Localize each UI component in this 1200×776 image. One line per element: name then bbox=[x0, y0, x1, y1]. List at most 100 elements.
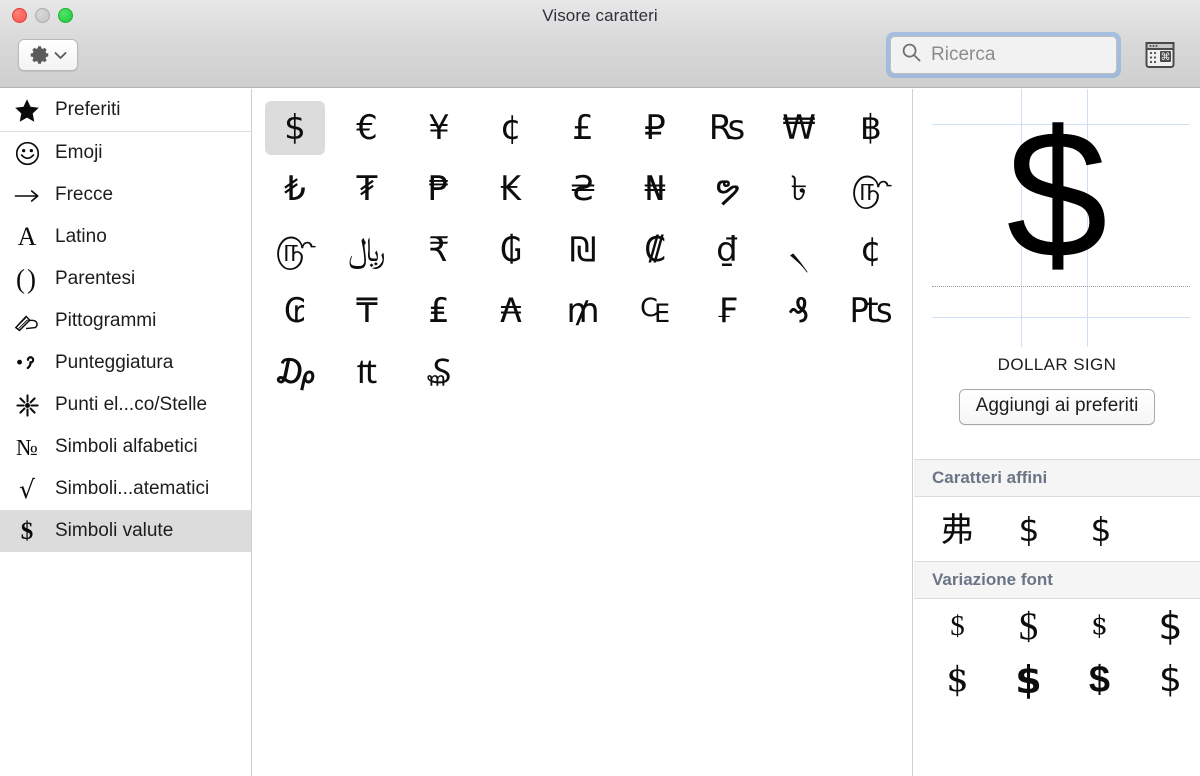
character-cell[interactable]: ¢ bbox=[481, 101, 541, 155]
writing-hand-icon bbox=[10, 309, 44, 332]
sidebar-item-pittogrammi[interactable]: Pittogrammi bbox=[0, 300, 251, 342]
character-cell[interactable]: ₧ bbox=[841, 284, 901, 338]
sidebar-item-label: Latino bbox=[55, 226, 107, 247]
sidebar-item-label: Emoji bbox=[55, 142, 103, 163]
font-variant-cell[interactable]: $ bbox=[922, 653, 993, 707]
character-cell[interactable]: ₰ bbox=[769, 284, 829, 338]
character-cell[interactable]: ₴ bbox=[553, 162, 613, 216]
character-cell[interactable]: ₹ bbox=[409, 223, 469, 277]
character-grid-pane: $ € ¥ ¢ £ ₽ ₨ ₩ ฿ ₺ ₮ ₱ ₭ ₴ ₦ ຯ ৳ ௹ ௹ ﷼ ₹ ₲ ₪ ₡ ₫ ৲ ¢ ₢ ₸ ₤ ₳ ₥ ₠ ₣ ₰ ₧ ₯ ₶ ₷ bbox=[253, 89, 913, 776]
font-variant-cell[interactable]: $ bbox=[1064, 599, 1135, 653]
character-cell[interactable]: ₡ bbox=[625, 223, 685, 277]
character-cell[interactable]: ₩ bbox=[769, 101, 829, 155]
character-cell[interactable]: ₨ bbox=[697, 101, 757, 155]
character-cell[interactable]: ₥ bbox=[553, 284, 613, 338]
letter-a-icon: A bbox=[17, 222, 37, 251]
smiley-face-icon bbox=[10, 141, 44, 166]
character-cell[interactable]: ₦ bbox=[625, 162, 685, 216]
sidebar-item-label: Punteggiatura bbox=[55, 352, 174, 373]
sidebar-item-emoji[interactable]: Emoji bbox=[0, 132, 251, 174]
sidebar-item-label: Simboli...atematici bbox=[55, 478, 210, 499]
character-preview: $ bbox=[914, 89, 1200, 347]
preview-glyph: $ bbox=[1006, 92, 1108, 296]
svg-text:⌘: ⌘ bbox=[1161, 52, 1171, 63]
titlebar: Visore caratteri Ricerca ⌘ bbox=[0, 0, 1200, 88]
character-cell[interactable]: ¢ bbox=[841, 223, 901, 277]
favorite-button-wrap: Aggiungi ai preferiti bbox=[914, 389, 1200, 425]
character-cell[interactable]: ₸ bbox=[337, 284, 397, 338]
search-icon bbox=[901, 42, 922, 68]
character-cell[interactable]: ₭ bbox=[481, 162, 541, 216]
related-character-cell[interactable]: $ bbox=[1068, 513, 1134, 546]
sidebar-item-preferiti[interactable]: Preferiti bbox=[0, 89, 251, 131]
sidebar-item-label: Frecce bbox=[55, 184, 114, 205]
character-cell[interactable]: ฿ bbox=[841, 101, 901, 155]
character-cell[interactable]: ₳ bbox=[481, 284, 541, 338]
character-palette-icon[interactable]: ⌘ bbox=[1145, 40, 1175, 70]
character-cell[interactable]: ¥ bbox=[409, 101, 469, 155]
character-cell[interactable]: ₤ bbox=[409, 284, 469, 338]
search-input[interactable]: Ricerca bbox=[890, 36, 1117, 74]
character-cell[interactable]: ₮ bbox=[337, 162, 397, 216]
font-variant-cell[interactable]: $ bbox=[922, 599, 993, 653]
font-variants-header: Variazione font bbox=[914, 561, 1200, 599]
sidebar-item-label: Preferiti bbox=[55, 99, 121, 120]
character-cell[interactable]: ₶ bbox=[337, 345, 397, 399]
character-cell[interactable]: ৳ bbox=[769, 162, 829, 216]
character-cell[interactable]: ₱ bbox=[409, 162, 469, 216]
font-variant-cell[interactable]: $ bbox=[993, 653, 1064, 707]
sidebar-item-simboli-alfabetici[interactable]: № Simboli alfabetici bbox=[0, 426, 251, 468]
parentheses-icon: () bbox=[16, 263, 38, 294]
arrow-right-icon bbox=[10, 184, 44, 206]
font-variant-cell[interactable]: $ bbox=[1064, 653, 1135, 707]
character-cell[interactable]: ₪ bbox=[553, 223, 613, 277]
sidebar-item-label: Punti el...co/Stelle bbox=[55, 394, 208, 415]
sidebar-item-label: Pittogrammi bbox=[55, 310, 157, 331]
character-viewer-window: Visore caratteri Ricerca ⌘ Preferiti Emo… bbox=[0, 0, 1200, 776]
character-cell[interactable]: ₫ bbox=[697, 223, 757, 277]
character-cell[interactable]: ௹ bbox=[265, 223, 325, 277]
character-cell[interactable]: ₲ bbox=[481, 223, 541, 277]
preview-guide-bottom bbox=[932, 317, 1190, 318]
sidebar-item-simboli-valute[interactable]: $ Simboli valute bbox=[0, 510, 251, 552]
character-cell[interactable]: $ bbox=[265, 100, 325, 155]
sidebar-item-punteggiatura[interactable]: Punteggiatura bbox=[0, 342, 251, 384]
font-variant-cell[interactable]: $ bbox=[1135, 599, 1200, 653]
star-icon bbox=[10, 98, 44, 123]
related-character-cell[interactable]: $ bbox=[996, 513, 1062, 546]
character-cell[interactable]: ຯ bbox=[697, 162, 757, 216]
character-cell[interactable]: ৲ bbox=[769, 223, 829, 277]
sidebar-item-frecce[interactable]: Frecce bbox=[0, 174, 251, 216]
character-cell[interactable]: ₷ bbox=[409, 345, 469, 399]
character-cell[interactable]: ௹ bbox=[841, 162, 901, 216]
sidebar-item-parentesi[interactable]: () Parentesi bbox=[0, 258, 251, 300]
punctuation-icon bbox=[10, 352, 44, 374]
character-cell[interactable]: € bbox=[337, 101, 397, 155]
character-cell[interactable]: ₢ bbox=[265, 284, 325, 338]
character-cell[interactable]: £ bbox=[553, 101, 613, 155]
font-variant-cell[interactable]: $ bbox=[1135, 653, 1200, 707]
character-cell[interactable]: ﷼ bbox=[337, 223, 397, 277]
character-grid[interactable]: $ € ¥ ¢ £ ₽ ₨ ₩ ฿ ₺ ₮ ₱ ₭ ₴ ₦ ຯ ৳ ௹ ௹ ﷼ ₹ ₲ ₪ ₡ ₫ ৲ ¢ ₢ ₸ ₤ ₳ ₥ ₠ ₣ ₰ ₧ ₯ ₶ ₷ bbox=[253, 89, 912, 402]
character-cell[interactable]: ₣ bbox=[697, 284, 757, 338]
sidebar-item-simboli-matematici[interactable]: √ Simboli...atematici bbox=[0, 468, 251, 510]
search-placeholder: Ricerca bbox=[931, 44, 996, 65]
related-characters-row[interactable]: 弗 $ $ bbox=[914, 497, 1200, 561]
dollar-sign-icon: $ bbox=[20, 517, 34, 545]
settings-gear-button[interactable] bbox=[18, 39, 78, 71]
sidebar-item-punti-elenco-stelle[interactable]: Punti el...co/Stelle bbox=[0, 384, 251, 426]
character-cell[interactable]: ₯ bbox=[265, 345, 325, 399]
add-to-favorites-button[interactable]: Aggiungi ai preferiti bbox=[958, 389, 1156, 425]
font-variant-cell[interactable]: $ bbox=[993, 599, 1064, 653]
character-cell[interactable]: ₠ bbox=[625, 284, 685, 338]
chevron-down-icon bbox=[54, 51, 67, 60]
sidebar-item-label: Simboli valute bbox=[55, 520, 174, 541]
window-title: Visore caratteri bbox=[542, 6, 658, 25]
font-variants-grid[interactable]: $ $ $ $ $ $ $ $ bbox=[914, 599, 1200, 707]
sidebar-item-latino[interactable]: A Latino bbox=[0, 216, 251, 258]
character-cell[interactable]: ₺ bbox=[265, 162, 325, 216]
category-sidebar[interactable]: Preferiti Emoji Frecce A Latino () Paren… bbox=[0, 89, 252, 776]
character-cell[interactable]: ₽ bbox=[625, 101, 685, 155]
related-characters-header: Caratteri affini bbox=[914, 459, 1200, 497]
related-character-cell[interactable]: 弗 bbox=[924, 513, 990, 546]
